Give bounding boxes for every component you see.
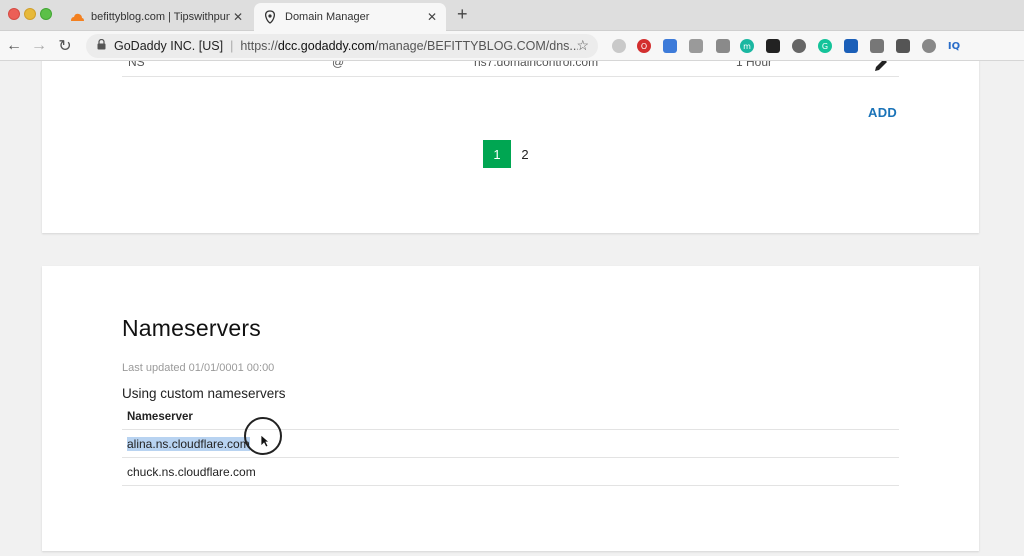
browser-toolbar: ← → ↻ GoDaddy INC. [US] | https://dcc.go… [0,31,1024,84]
record-type: NS [128,61,145,69]
close-window-button[interactable] [8,8,20,20]
nameserver-value[interactable]: alina.ns.cloudflare.com [127,437,250,451]
minimize-window-button[interactable] [24,8,36,20]
tab-title: befittyblog.com | Tipswithpunc [91,11,230,23]
iq-icon[interactable]: IQ [947,39,961,53]
table-row: NS @ ns7.domaincontrol.com 1 Hour [122,61,899,77]
edit-pencil-icon[interactable] [873,61,889,78]
section-title: Nameservers [122,315,261,341]
reload-icon[interactable]: ↻ [55,36,75,56]
opera-icon[interactable]: O [637,39,651,53]
grammarly-icon[interactable]: G [818,39,832,53]
extension-icon[interactable] [612,39,626,53]
page-2-button[interactable]: 2 [511,140,539,168]
new-tab-button[interactable]: + [457,4,468,25]
table-row[interactable]: alina.ns.cloudflare.com [122,430,899,458]
extension-icon[interactable] [792,39,806,53]
tab-domain-manager[interactable]: Domain Manager ✕ [254,3,446,31]
maximize-window-button[interactable] [40,8,52,20]
page-viewport: NS @ ns7.domaincontrol.com 1 Hour ADD 1 … [0,61,1024,556]
certificate-org: GoDaddy INC. [US] [114,39,224,53]
add-record-button[interactable]: ADD [868,105,897,120]
extension-icon[interactable] [896,39,910,53]
bookmark-star-icon[interactable]: ☆ [576,37,589,54]
close-icon[interactable]: ✕ [424,10,440,24]
back-icon[interactable]: ← [4,36,24,56]
forward-icon[interactable]: → [29,36,49,56]
camera-icon[interactable] [870,39,884,53]
record-name: @ [332,61,345,69]
nameserver-value[interactable]: chuck.ns.cloudflare.com [127,465,256,479]
tab-title: Domain Manager [285,11,370,23]
extension-icon[interactable] [663,39,677,53]
dns-records-card: NS @ ns7.domaincontrol.com 1 Hour ADD 1 … [42,61,979,233]
tab-bar: befittyblog.com | Tipswithpunc ✕ Domain … [0,0,1024,31]
extension-icon[interactable] [689,39,703,53]
extension-icon[interactable] [766,39,780,53]
pagination: 1 2 [483,140,539,168]
extension-icon[interactable] [716,39,730,53]
record-value: ns7.domaincontrol.com [474,61,599,69]
nameservers-card: Nameservers Last updated 01/01/0001 00:0… [42,266,979,551]
puzzle-icon[interactable] [844,39,858,53]
address-separator: | [230,39,234,53]
lock-icon [97,38,107,53]
extension-icon[interactable] [922,39,936,53]
godaddy-icon [262,9,278,25]
address-bar[interactable]: GoDaddy INC. [US] | https://dcc.godaddy.… [86,34,598,58]
cloudflare-icon [68,9,84,25]
address-url: https://dcc.godaddy.com/manage/BEFITTYBL… [240,39,579,53]
last-updated-text: Last updated 01/01/0001 00:00 [122,362,275,374]
page-1-button[interactable]: 1 [483,140,511,168]
extension-icon[interactable]: m [740,39,754,53]
table-row[interactable]: chuck.ns.cloudflare.com [122,458,899,486]
record-ttl: 1 Hour [736,61,773,69]
tab-befittyblog[interactable]: befittyblog.com | Tipswithpunc ✕ [60,3,252,31]
cursor-arrow-icon [260,434,271,453]
nameserver-mode: Using custom nameservers [122,386,286,401]
column-header-nameserver: Nameserver [122,404,899,430]
close-icon[interactable]: ✕ [230,10,246,24]
nameserver-table: Nameserver alina.ns.cloudflare.com chuck… [122,404,899,486]
